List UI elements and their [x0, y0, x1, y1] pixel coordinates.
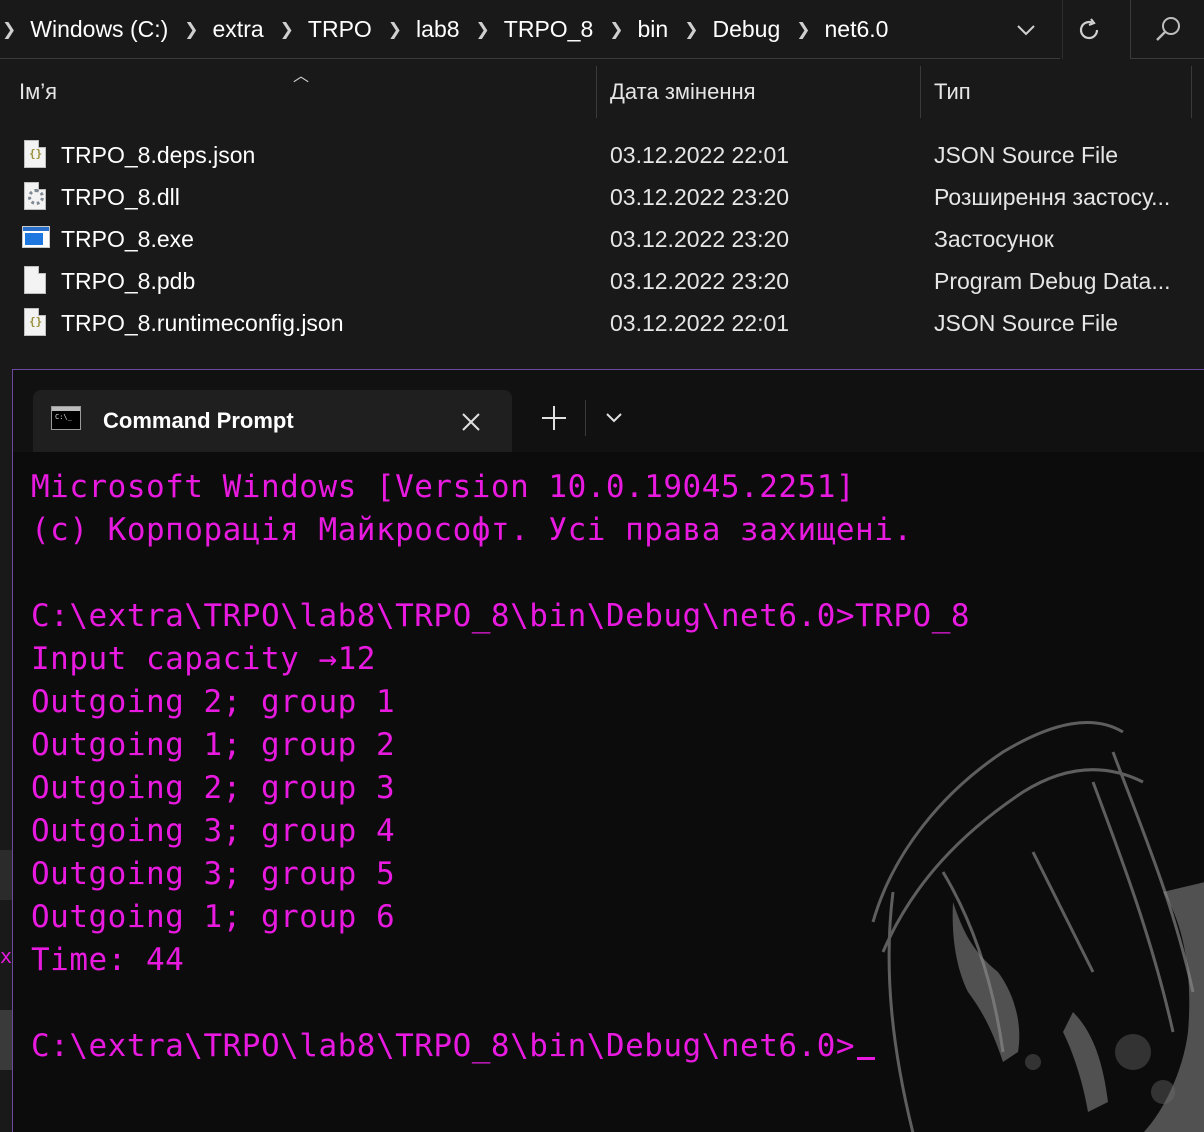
address-bar: ❯ Windows (C:) ❯ extra ❯ TRPO ❯ lab8 ❯ T… — [0, 0, 1204, 60]
search-box[interactable] — [1130, 0, 1204, 59]
terminal-output[interactable]: Microsoft Windows [Version 10.0.19045.22… — [13, 452, 1204, 1132]
terminal-line: Outgoing 1; group 6 — [31, 899, 396, 935]
file-date: 03.12.2022 22:01 — [610, 310, 790, 336]
breadcrumb-item-lab8[interactable]: lab8 — [416, 16, 473, 43]
file-type: Program Debug Data... — [934, 268, 1171, 294]
file-name: TRPO_8.pdb — [61, 268, 196, 294]
chevron-right-icon[interactable]: ❯ — [682, 21, 712, 38]
file-type: Розширення застосу... — [934, 184, 1171, 210]
tab-separator — [585, 400, 586, 436]
file-name: TRPO_8.deps.json — [61, 142, 256, 168]
terminal-line: Outgoing 1; group 2 — [31, 727, 396, 763]
close-icon — [462, 413, 480, 431]
file-row[interactable]: TRPO_8.dll 03.12.2022 23:20 Розширення з… — [0, 176, 1204, 218]
column-divider[interactable] — [1191, 66, 1192, 118]
file-name: TRPO_8.runtimeconfig.json — [61, 310, 344, 336]
chevron-down-icon — [606, 413, 622, 423]
column-header-name[interactable]: Ім’я — [19, 66, 57, 118]
breadcrumb-item-drive[interactable]: Windows (C:) — [30, 16, 182, 43]
file-type: JSON Source File — [934, 142, 1119, 168]
refresh-icon — [1079, 17, 1098, 39]
terminal-line: Outgoing 2; group 3 — [31, 770, 396, 806]
plus-icon — [542, 406, 566, 430]
chevron-right-icon[interactable]: ❯ — [794, 21, 824, 38]
terminal-window: C:\_ Command Prompt Microsoft Windows [V… — [12, 369, 1204, 1132]
breadcrumb-item-trpo8[interactable]: TRPO_8 — [504, 16, 607, 43]
sort-ascending-icon: ︿ — [293, 68, 310, 85]
blank-file-icon — [24, 266, 48, 296]
file-name: TRPO_8.dll — [61, 184, 180, 210]
profile-dropdown-button[interactable] — [596, 398, 632, 438]
breadcrumb[interactable]: ❯ Windows (C:) ❯ extra ❯ TRPO ❯ lab8 ❯ T… — [0, 0, 1060, 59]
breadcrumb-item-extra[interactable]: extra — [213, 16, 278, 43]
file-row[interactable]: {} TRPO_8.deps.json 03.12.2022 22:01 JSO… — [0, 134, 1204, 176]
terminal-prompt-line[interactable]: C:\extra\TRPO\lab8\TRPO_8\bin\Debug\net6… — [31, 1025, 876, 1068]
terminal-line: Time: 44 — [31, 942, 185, 978]
file-type: JSON Source File — [934, 310, 1119, 336]
command-prompt-icon: C:\_ — [51, 406, 81, 430]
tab-strip: C:\_ Command Prompt — [13, 370, 1204, 452]
file-date: 03.12.2022 23:20 — [610, 268, 790, 294]
exe-file-icon — [22, 224, 50, 254]
new-tab-button[interactable] — [534, 398, 574, 438]
breadcrumb-item-debug[interactable]: Debug — [712, 16, 794, 43]
terminal-line: Outgoing 3; group 5 — [31, 856, 396, 892]
close-tab-button[interactable] — [451, 402, 491, 442]
json-file-icon: {} — [24, 140, 48, 170]
file-date: 03.12.2022 23:20 — [610, 226, 790, 252]
background-window-edge — [0, 850, 12, 900]
file-date: 03.12.2022 23:20 — [610, 184, 790, 210]
address-history-button[interactable] — [1006, 16, 1046, 44]
tab-title: Command Prompt — [103, 408, 294, 433]
column-divider[interactable] — [920, 66, 921, 118]
refresh-button[interactable] — [1062, 0, 1114, 59]
file-row[interactable]: TRPO_8.exe 03.12.2022 23:20 Застосунок — [0, 218, 1204, 260]
chevron-right-icon[interactable]: ❯ — [474, 21, 504, 38]
terminal-line: C:\extra\TRPO\lab8\TRPO_8\bin\Debug\net6… — [31, 598, 971, 634]
dll-file-icon — [24, 182, 48, 212]
terminal-line: Input capacity →12 — [31, 641, 376, 677]
chevron-right-icon[interactable]: ❯ — [278, 21, 308, 38]
chevron-right-icon[interactable]: ❯ — [607, 21, 637, 38]
json-file-icon: {} — [24, 308, 48, 338]
file-row[interactable]: {} TRPO_8.runtimeconfig.json 03.12.2022 … — [0, 302, 1204, 344]
text-cursor — [857, 1057, 876, 1060]
terminal-line: Outgoing 3; group 4 — [31, 813, 396, 849]
chevron-right-icon[interactable]: ❯ — [386, 21, 416, 38]
tab-command-prompt[interactable]: C:\_ Command Prompt — [33, 390, 512, 452]
background-window-fragment: x — [0, 944, 13, 968]
terminal-line: Outgoing 2; group 1 — [31, 684, 396, 720]
chevron-right-icon[interactable]: ❯ — [182, 21, 212, 38]
terminal-line: Microsoft Windows [Version 10.0.19045.22… — [31, 469, 856, 505]
breadcrumb-item-bin[interactable]: bin — [638, 16, 683, 43]
terminal-line: (c) Корпорація Майкрософт. Усі права зах… — [31, 512, 913, 548]
background-window-edge — [0, 1010, 12, 1070]
breadcrumb-item-net6[interactable]: net6.0 — [825, 16, 903, 43]
search-icon — [1155, 17, 1180, 41]
file-type: Застосунок — [934, 226, 1054, 252]
file-row[interactable]: TRPO_8.pdb 03.12.2022 23:20 Program Debu… — [0, 260, 1204, 302]
column-header-date[interactable]: Дата змінення — [610, 66, 756, 118]
column-header-type[interactable]: Тип — [934, 66, 971, 118]
file-date: 03.12.2022 22:01 — [610, 142, 790, 168]
terminal-prompt: C:\extra\TRPO\lab8\TRPO_8\bin\Debug\net6… — [31, 1028, 856, 1064]
file-name: TRPO_8.exe — [61, 226, 194, 252]
breadcrumb-item-trpo[interactable]: TRPO — [308, 16, 386, 43]
column-divider[interactable] — [596, 66, 597, 118]
chevron-right-icon[interactable]: ❯ — [0, 21, 30, 38]
chevron-down-icon — [1017, 25, 1035, 36]
